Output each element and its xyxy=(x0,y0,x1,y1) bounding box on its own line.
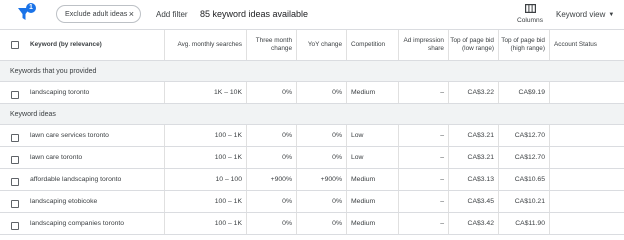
avg-searches-cell: 10 – 100 xyxy=(165,169,247,190)
ad-impression-cell: – xyxy=(399,213,449,234)
columns-button[interactable]: Columns xyxy=(514,4,546,24)
three-month-cell: +900% xyxy=(247,169,297,190)
bid-low-cell: CA$3.42 xyxy=(449,213,499,234)
header-three-month[interactable]: Three month change xyxy=(247,30,297,60)
three-month-cell: 0% xyxy=(247,125,297,146)
table-row[interactable]: landscaping toronto 1K – 10K 0% 0% Medium – CA… xyxy=(0,82,624,104)
ad-impression-cell: – xyxy=(399,191,449,212)
three-month-cell: 0% xyxy=(247,147,297,168)
competition-cell: Low xyxy=(347,147,399,168)
header-avg-searches[interactable]: Avg. monthly searches xyxy=(165,30,247,60)
competition-cell: Medium xyxy=(347,169,399,190)
bid-high-cell: CA$10.21 xyxy=(499,191,550,212)
bid-high-cell: CA$10.65 xyxy=(499,169,550,190)
yoy-cell: 0% xyxy=(297,191,347,212)
close-icon[interactable]: × xyxy=(129,6,134,22)
bid-low-cell: CA$3.13 xyxy=(449,169,499,190)
table-header: Keyword (by relevance) Avg. monthly sear… xyxy=(0,29,624,61)
select-all-checkbox[interactable] xyxy=(11,41,19,49)
bid-high-cell: CA$12.70 xyxy=(499,125,550,146)
keyword-cell: affordable landscaping toronto xyxy=(26,169,165,190)
row-checkbox[interactable] xyxy=(11,156,19,164)
keyword-cell: landscaping toronto xyxy=(26,82,165,103)
keyword-cell: landscaping etobicoke xyxy=(26,191,165,212)
bid-low-cell: CA$3.21 xyxy=(449,125,499,146)
account-status-cell xyxy=(550,213,624,234)
keyword-cell: landscaping companies toronto xyxy=(26,213,165,234)
row-checkbox[interactable] xyxy=(11,91,19,99)
bid-low-cell: CA$3.21 xyxy=(449,147,499,168)
bid-low-cell: CA$3.45 xyxy=(449,191,499,212)
header-yoy[interactable]: YoY change xyxy=(297,30,347,60)
account-status-cell xyxy=(550,191,624,212)
yoy-cell: 0% xyxy=(297,125,347,146)
table-row[interactable]: landscaping companies toronto 100 – 1K 0% 0… xyxy=(0,213,624,235)
group-title: Keywords that you provided xyxy=(10,68,97,75)
avg-searches-cell: 100 – 1K xyxy=(165,147,247,168)
account-status-cell xyxy=(550,82,624,103)
columns-label: Columns xyxy=(516,17,544,24)
three-month-cell: 0% xyxy=(247,213,297,234)
account-status-cell xyxy=(550,169,624,190)
ad-impression-cell: – xyxy=(399,82,449,103)
keyword-ideas-count: 85 keyword ideas available xyxy=(200,9,309,19)
header-bid-high[interactable]: Top of page bid (high range) xyxy=(499,30,550,60)
keyword-view-dropdown[interactable]: Keyword view ▼ xyxy=(556,10,614,19)
yoy-cell: 0% xyxy=(297,82,347,103)
header-ad-impression[interactable]: Ad impression share xyxy=(399,30,449,60)
table-row[interactable]: landscaping etobicoke 100 – 1K 0% 0% Medium –… xyxy=(0,191,624,213)
table-body: Keywords that you provided landscaping to… xyxy=(0,61,624,235)
ad-impression-cell: – xyxy=(399,125,449,146)
add-filter-button[interactable]: Add filter xyxy=(156,10,188,19)
yoy-cell: 0% xyxy=(297,213,347,234)
yoy-cell: 0% xyxy=(297,147,347,168)
three-month-cell: 0% xyxy=(247,82,297,103)
keyword-table: Keyword (by relevance) Avg. monthly sear… xyxy=(0,29,624,235)
group-title: Keyword ideas xyxy=(10,111,56,118)
competition-cell: Medium xyxy=(347,82,399,103)
competition-cell: Medium xyxy=(347,191,399,212)
bid-low-cell: CA$3.22 xyxy=(449,82,499,103)
toolbar: 1 Exclude adult ideas × Add filter 85 ke… xyxy=(0,0,624,29)
row-checkbox[interactable] xyxy=(11,200,19,208)
three-month-cell: 0% xyxy=(247,191,297,212)
yoy-cell: +900% xyxy=(297,169,347,190)
keyword-view-label: Keyword view xyxy=(556,10,606,19)
table-row[interactable]: lawn care toronto 100 – 1K 0% 0% Low – CA$3.21… xyxy=(0,147,624,169)
account-status-cell xyxy=(550,125,624,146)
header-account-status[interactable]: Account Status xyxy=(550,30,624,60)
header-competition[interactable]: Competition xyxy=(347,30,399,60)
caret-down-icon: ▼ xyxy=(608,12,615,18)
bid-high-cell: CA$9.19 xyxy=(499,82,550,103)
table-row[interactable]: affordable landscaping toronto 10 – 100 +9… xyxy=(0,169,624,191)
row-checkbox[interactable] xyxy=(11,134,19,142)
group-header: Keywords that you provided xyxy=(0,61,624,82)
avg-searches-cell: 100 – 1K xyxy=(165,213,247,234)
ad-impression-cell: – xyxy=(399,147,449,168)
competition-cell: Low xyxy=(347,125,399,146)
avg-searches-cell: 1K – 10K xyxy=(165,82,247,103)
avg-searches-cell: 100 – 1K xyxy=(165,191,247,212)
row-checkbox[interactable] xyxy=(11,178,19,186)
header-bid-low[interactable]: Top of page bid (low range) xyxy=(449,30,499,60)
table-row[interactable]: lawn care services toronto 100 – 1K 0% 0% Lo… xyxy=(0,125,624,147)
competition-cell: Medium xyxy=(347,213,399,234)
bid-high-cell: CA$12.70 xyxy=(499,147,550,168)
row-checkbox[interactable] xyxy=(11,222,19,230)
exclude-adult-ideas-chip[interactable]: Exclude adult ideas × xyxy=(56,5,141,23)
keyword-cell: lawn care services toronto xyxy=(26,125,165,146)
chip-label: Exclude adult ideas xyxy=(65,9,128,18)
keyword-cell: lawn care toronto xyxy=(26,147,165,168)
filter-count-badge: 1 xyxy=(26,3,36,13)
avg-searches-cell: 100 – 1K xyxy=(165,125,247,146)
bid-high-cell: CA$11.90 xyxy=(499,213,550,234)
account-status-cell xyxy=(550,147,624,168)
group-header: Keyword ideas xyxy=(0,104,624,125)
header-keyword[interactable]: Keyword (by relevance) xyxy=(26,30,165,60)
columns-icon xyxy=(524,4,536,13)
ad-impression-cell: – xyxy=(399,169,449,190)
